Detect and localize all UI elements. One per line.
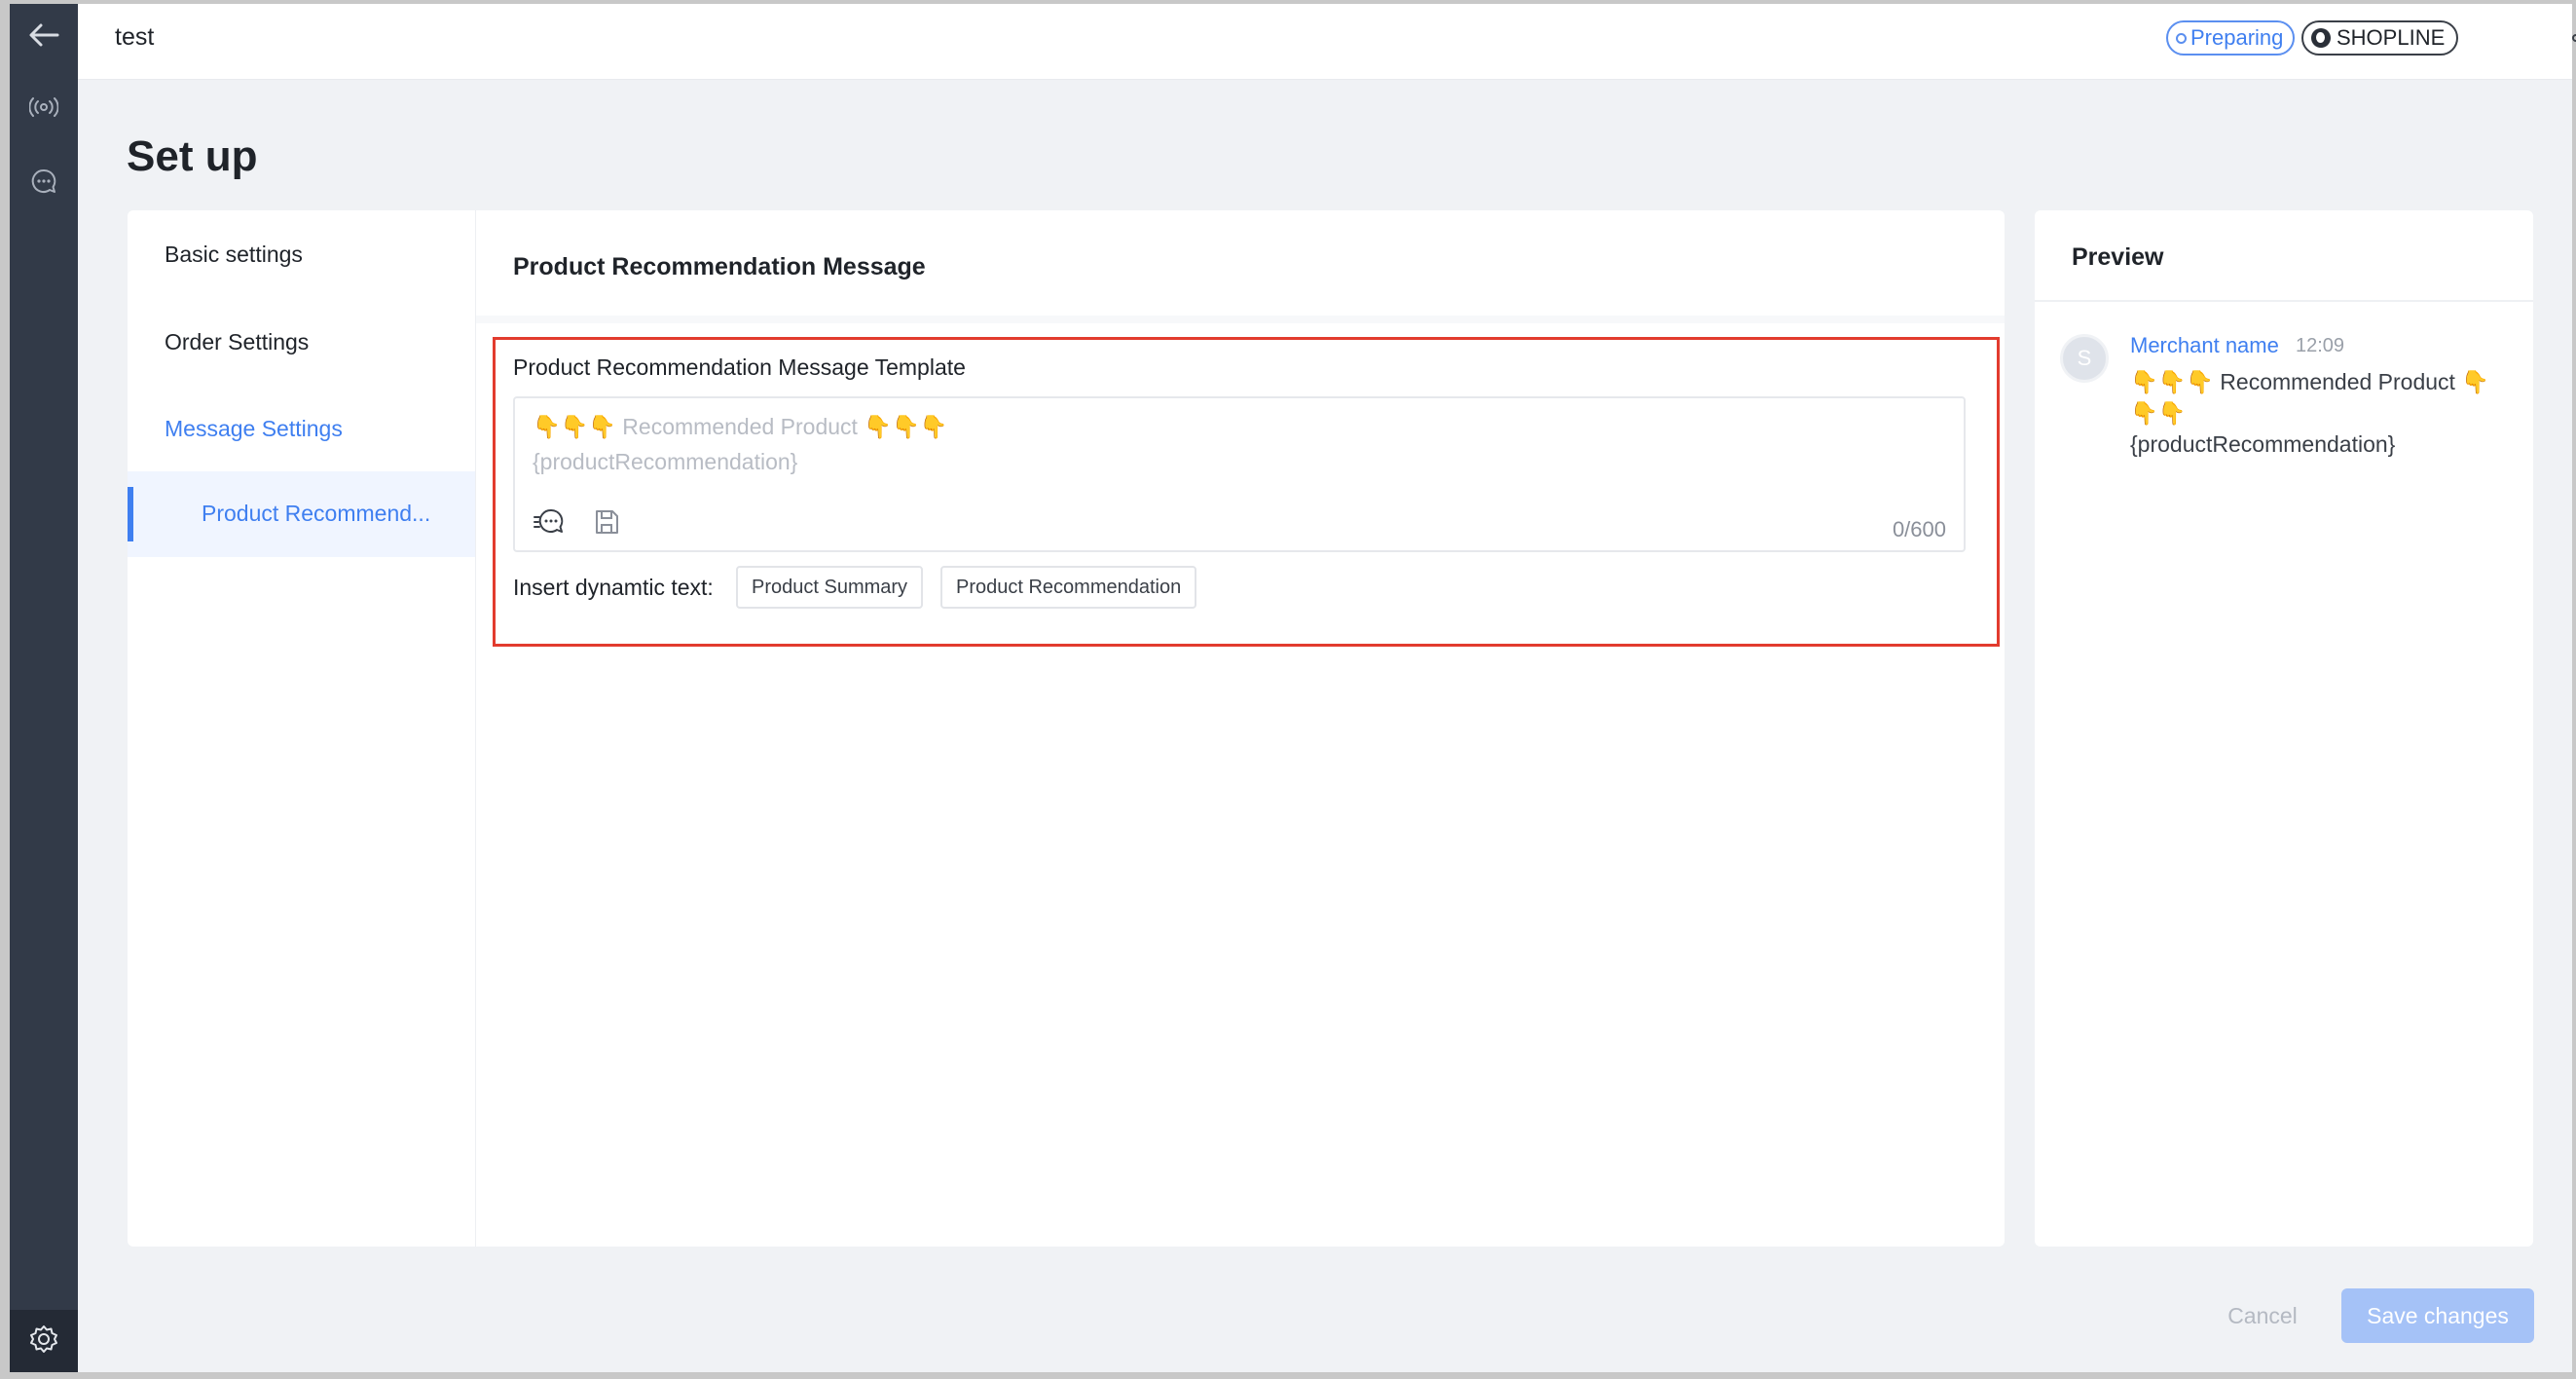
back-arrow-icon [28,22,59,48]
template-placeholder-line1: 👇👇👇 Recommended Product 👇👇👇 [533,414,947,440]
window-frame-bottom [0,1372,2576,1379]
settings-icon [28,1323,59,1360]
template-label: Product Recommendation Message Template [513,354,966,380]
top-header: test Preparing SHOPLINE [78,4,2576,80]
nav-item-basic-settings[interactable]: Basic settings [165,242,303,268]
status-circle-icon [2176,32,2187,44]
insert-dynamic-label: Insert dynamtic text: [513,575,714,600]
pointing-down-emoji: 👇👇👇 [533,414,616,439]
window-frame-left [0,0,10,1379]
message-time: 12:09 [2296,335,2345,356]
save-changes-button[interactable]: Save changes [2341,1288,2534,1343]
brand-badge[interactable]: SHOPLINE [2301,20,2459,56]
preview-panel: Preview S Merchant name 12:09 👇👇👇 Recomm… [2035,210,2533,1247]
nav-item-order-settings[interactable]: Order Settings [165,329,309,355]
share-icon [2570,25,2576,56]
chip-product-summary[interactable]: Product Summary [736,566,924,609]
chip-product-recommendation[interactable]: Product Recommendation [940,566,1197,609]
content-panel: Product Recommendation Message Product R… [476,210,2005,1247]
back-button[interactable] [10,6,78,64]
character-counter: 0/600 [1892,517,1946,541]
save-disk-icon [593,508,620,540]
shopline-logo-icon [2311,28,2331,48]
share-button[interactable] [2566,23,2576,56]
message-text: Recommended Product [2213,369,2462,394]
section-divider [476,316,2005,323]
template-textarea[interactable]: 👇👇👇 Recommended Product 👇👇👇 {productReco… [513,396,1966,552]
chat-nav-button[interactable] [10,152,78,210]
left-rail [10,4,78,1372]
nav-subitem-product-recommendation[interactable]: Product Recommend... [128,471,475,557]
pointing-down-emoji: 👇👇👇 [864,414,948,439]
broadcast-nav-button[interactable] [10,78,78,136]
merchant-name: Merchant name [2130,333,2279,357]
preview-title: Preview [2072,243,2164,271]
section-heading: Product Recommendation Message [513,253,926,280]
pointing-down-emoji: 👇👇👇 [2130,369,2214,394]
window-frame-right [2572,0,2576,1379]
brand-badge-label: SHOPLINE [2337,25,2446,50]
nav-subitem-label: Product Recommend... [202,501,431,526]
template-placeholder-line2: {productRecommendation} [533,449,798,474]
status-badge-label: Preparing [2190,25,2284,50]
status-badge: Preparing [2166,20,2296,56]
message-bubble: 👇👇👇 Recommended Product 👇👇👇 {productReco… [2130,366,2510,460]
settings-button[interactable] [10,1310,78,1372]
chat-icon [30,168,57,195]
placeholder-text: Recommended Product [615,414,865,439]
broadcast-icon [29,96,58,118]
settings-nav: Basic settings Order Settings Message Se… [128,210,476,1247]
nav-item-message-settings[interactable]: Message Settings [165,416,343,442]
app-title: test [115,23,155,51]
message-variable: {productRecommendation} [2130,431,2396,457]
preview-divider [2035,300,2533,302]
quick-reply-icon [534,507,567,541]
save-template-button[interactable] [589,507,624,540]
quick-reply-button[interactable] [533,507,568,540]
avatar: S [2060,334,2109,383]
page-title: Set up [127,132,258,180]
cancel-button[interactable]: Cancel [2202,1288,2323,1343]
